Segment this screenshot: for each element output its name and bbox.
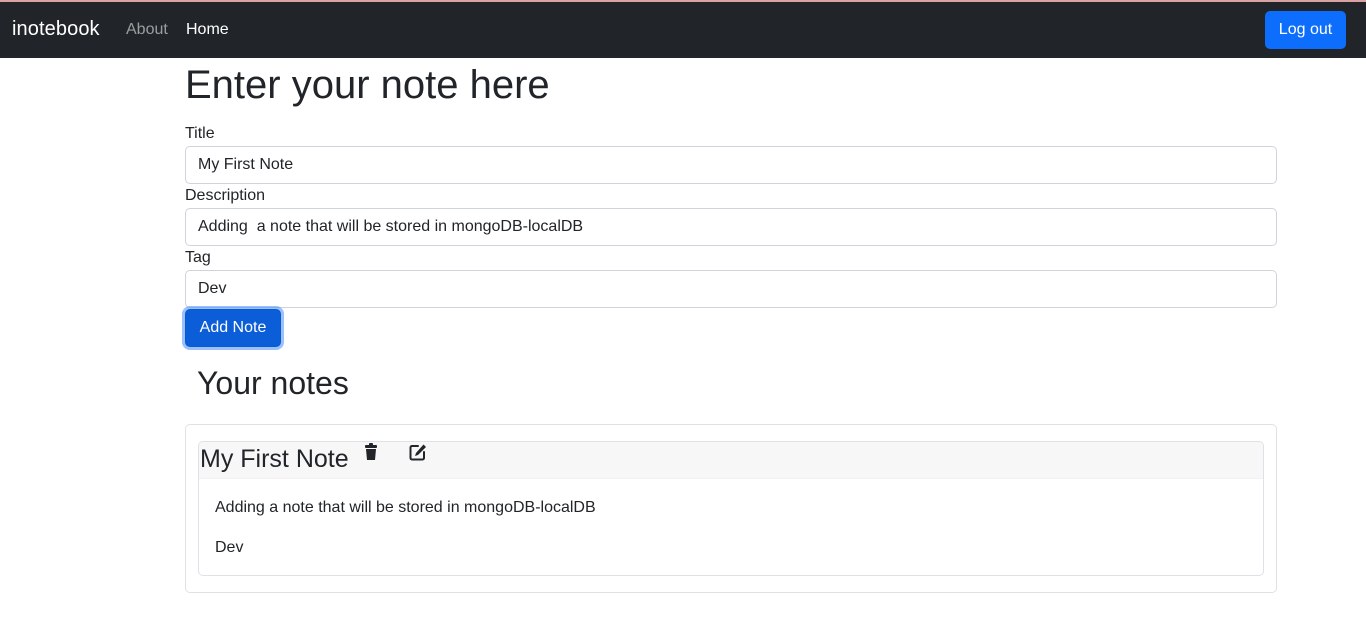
form-heading: Enter your note here	[185, 63, 550, 107]
logout-button[interactable]: Log out	[1265, 11, 1346, 49]
brand-logo[interactable]: inotebook	[12, 18, 100, 41]
edit-icon[interactable]	[408, 442, 428, 462]
note-card-header: My First Note	[199, 442, 1263, 479]
tag-input[interactable]	[185, 270, 1277, 308]
note-title: My First Note	[200, 445, 349, 473]
nav-link-about[interactable]: About	[126, 21, 168, 39]
note-description: Adding a note that will be stored in mon…	[215, 499, 596, 516]
trash-icon[interactable]	[361, 442, 381, 462]
notes-heading: Your notes	[197, 365, 349, 401]
tag-label: Tag	[185, 249, 211, 266]
note-tag: Dev	[215, 539, 244, 556]
title-label: Title	[185, 125, 215, 142]
nav-link-home[interactable]: Home	[186, 21, 229, 39]
note-card: My First Note Adding a note that will be…	[198, 441, 1264, 576]
description-label: Description	[185, 187, 266, 204]
add-note-button[interactable]: Add Note	[185, 309, 281, 347]
title-input[interactable]	[185, 146, 1277, 184]
description-input[interactable]	[185, 208, 1277, 246]
navbar: inotebook About Home Log out	[0, 2, 1366, 58]
